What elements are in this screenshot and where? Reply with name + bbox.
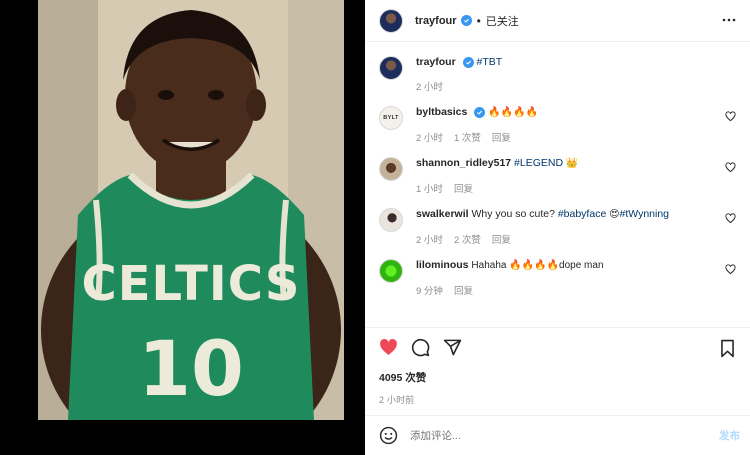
reply-button[interactable]: 回复 [492, 130, 511, 144]
comment-hashtag[interactable]: #babyface [558, 208, 606, 220]
comment-time[interactable]: 9 分钟 [416, 283, 443, 297]
post-modal: CELTICS 10 trayfour • 已关注 trayfour #TBT … [0, 0, 750, 455]
comment-avatar[interactable] [379, 208, 403, 232]
comment-item: lilominous Hahaha 🔥🔥🔥🔥dope man 9 分钟 回复 [379, 257, 736, 297]
comment-username[interactable]: swalkerwil [416, 208, 469, 220]
comment-likes[interactable]: 2 次赞 [454, 232, 481, 246]
post-media[interactable]: CELTICS 10 [0, 0, 365, 455]
comment-item: shannon_ridley517 #LEGEND 👑 1 小时 回复 [379, 155, 736, 195]
verified-icon [474, 107, 486, 118]
likes-count[interactable]: 4095 次赞 [379, 370, 736, 385]
jersey-text: CELTICS [82, 256, 301, 312]
comment-time[interactable]: 2 小时 [416, 232, 443, 246]
comment-avatar[interactable]: BYLT [379, 106, 403, 130]
jersey-number: 10 [138, 324, 244, 413]
header-separator: • [476, 13, 481, 28]
bookmark-icon[interactable] [718, 339, 737, 358]
comment-username[interactable]: shannon_ridley517 [416, 157, 511, 169]
comment-like-icon[interactable] [725, 213, 736, 224]
comment-like-icon[interactable] [725, 111, 736, 122]
share-icon[interactable] [443, 338, 462, 357]
header-username[interactable]: trayfour [415, 15, 457, 27]
caption-username[interactable]: trayfour [416, 56, 456, 68]
header-avatar[interactable] [379, 8, 403, 33]
post-panel: trayfour • 已关注 trayfour #TBT 2 小时 BYLT b… [365, 0, 750, 455]
comment-username[interactable]: byltbasics [416, 106, 467, 118]
comment-text: Hahaha 🔥🔥🔥🔥dope man [471, 260, 604, 271]
caption-hashtag[interactable]: #TBT [477, 56, 503, 68]
more-icon[interactable] [722, 13, 736, 27]
comment-icon[interactable] [411, 338, 430, 357]
heart-icon[interactable] [379, 338, 398, 357]
post-header: trayfour • 已关注 [365, 0, 750, 42]
comment-text: 🔥🔥🔥🔥 [488, 107, 539, 118]
caption-time[interactable]: 2 小时 [416, 79, 443, 93]
avatar-logo-text: BYLT [383, 115, 399, 121]
comment-item: swalkerwil Why you so cute? #babyface 😍#… [379, 206, 736, 246]
comment-time[interactable]: 2 小时 [416, 130, 443, 144]
reply-button[interactable]: 回复 [454, 181, 473, 195]
comment-avatar[interactable] [379, 259, 403, 283]
caption: trayfour #TBT 2 小时 [379, 54, 736, 93]
comments-list[interactable]: trayfour #TBT 2 小时 BYLT byltbasics 🔥🔥🔥🔥 … [365, 42, 750, 327]
comment-time[interactable]: 1 小时 [416, 181, 443, 195]
post-photo: CELTICS 10 [38, 0, 344, 420]
comment-like-icon[interactable] [725, 264, 736, 275]
comment-input[interactable] [410, 429, 660, 442]
comment-text: 👑 [563, 158, 579, 169]
comment-avatar[interactable] [379, 157, 403, 181]
comment-item: BYLT byltbasics 🔥🔥🔥🔥 2 小时 1 次赞 回复 [379, 104, 736, 144]
reply-button[interactable]: 回复 [454, 283, 473, 297]
follow-status-button[interactable]: 已关注 [486, 13, 519, 29]
comment-username[interactable]: lilominous [416, 259, 469, 271]
comment-likes[interactable]: 1 次赞 [454, 130, 481, 144]
comment-hashtag[interactable]: #LEGEND [514, 157, 563, 169]
post-comment-button[interactable]: 发布 [719, 428, 740, 443]
caption-avatar[interactable] [379, 56, 403, 80]
verified-icon [460, 15, 472, 26]
add-comment-bar: 发布 [365, 415, 750, 455]
reply-button[interactable]: 回复 [492, 232, 511, 246]
photo-illustration: CELTICS 10 [38, 0, 344, 420]
comment-like-icon[interactable] [725, 162, 736, 173]
emoji-icon[interactable] [379, 426, 398, 445]
verified-icon [462, 57, 474, 68]
post-timestamp[interactable]: 2 小时前 [379, 393, 736, 406]
comment-hashtag[interactable]: #tWynning [620, 208, 670, 220]
comment-text: Why you so cute? [471, 208, 558, 220]
post-actions: 4095 次赞 2 小时前 [365, 327, 750, 415]
comment-emoji: 😍 [606, 209, 620, 220]
